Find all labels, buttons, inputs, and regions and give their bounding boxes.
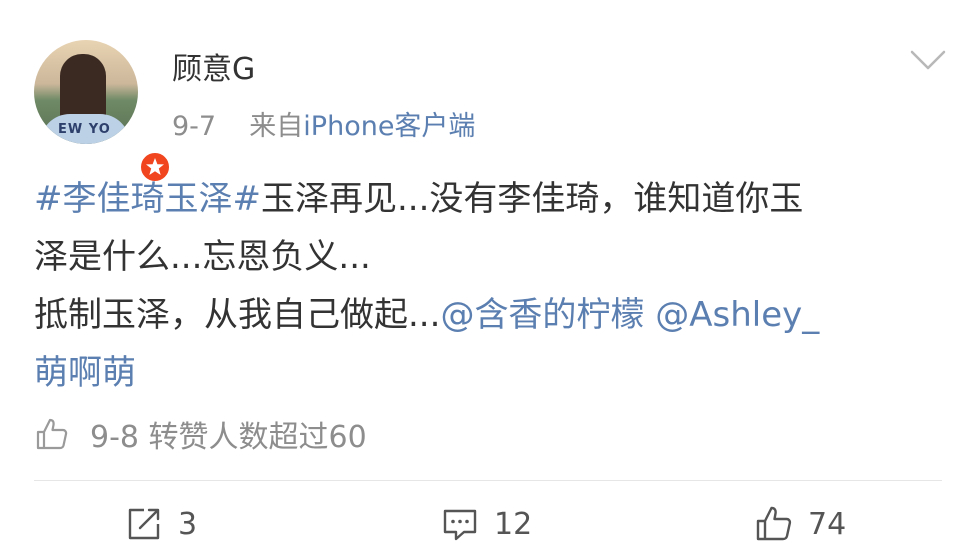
comment-count: 12	[494, 506, 533, 542]
like-button[interactable]: 74	[754, 500, 846, 548]
body-text-segment: 泽是什么...忘恩负义...	[34, 237, 371, 277]
divider	[34, 480, 942, 481]
engagement-summary: 9-8 转赞人数超过60	[34, 410, 367, 458]
topic-link[interactable]: #李佳琦玉泽#	[34, 179, 261, 219]
author-name[interactable]: 顾意G	[172, 50, 255, 90]
body-line: 萌啊萌	[34, 344, 944, 402]
body-line: #李佳琦玉泽#玉泽再见...没有李佳琦，谁知道你玉	[34, 170, 944, 228]
post-body: #李佳琦玉泽#玉泽再见...没有李佳琦，谁知道你玉 泽是什么...忘恩负义...…	[34, 170, 944, 402]
comment-icon	[440, 504, 480, 544]
avatar[interactable]: EW YO	[34, 40, 172, 184]
avatar-image: EW YO	[34, 40, 138, 144]
mention-link-continued[interactable]: 萌啊萌	[34, 353, 136, 393]
post-date: 9-7	[172, 111, 217, 142]
body-line: 抵制玉泽，从我自己做起...@含香的柠檬 @Ashley_	[34, 286, 944, 344]
engagement-summary-text: 9-8 转赞人数超过60	[90, 420, 367, 455]
comment-button[interactable]: 12	[440, 500, 532, 548]
source-prefix: 来自	[249, 111, 304, 142]
mention-link[interactable]: @含香的柠檬	[440, 295, 644, 335]
chevron-down-icon[interactable]	[906, 44, 950, 76]
body-text-segment: 抵制玉泽，从我自己做起...	[34, 295, 441, 335]
body-line: 泽是什么...忘恩负义...	[34, 228, 944, 286]
body-text-segment: 玉泽再见...没有李佳琦，谁知道你玉	[260, 179, 804, 219]
mention-link[interactable]: @Ashley_	[655, 295, 819, 335]
repost-icon	[124, 504, 164, 544]
post-meta: 9-7 来自iPhone客户端	[172, 108, 475, 146]
like-count: 74	[808, 506, 847, 542]
thumbs-up-icon	[754, 504, 794, 544]
thumbs-up-icon	[34, 416, 70, 452]
post-source[interactable]: iPhone客户端	[303, 111, 475, 142]
repost-count: 3	[178, 506, 198, 542]
repost-button[interactable]: 3	[124, 500, 197, 548]
weibo-post: EW YO 顾意G 9-7 来自iPhone客户端 #李佳琦玉泽#玉泽再见...…	[0, 0, 976, 553]
